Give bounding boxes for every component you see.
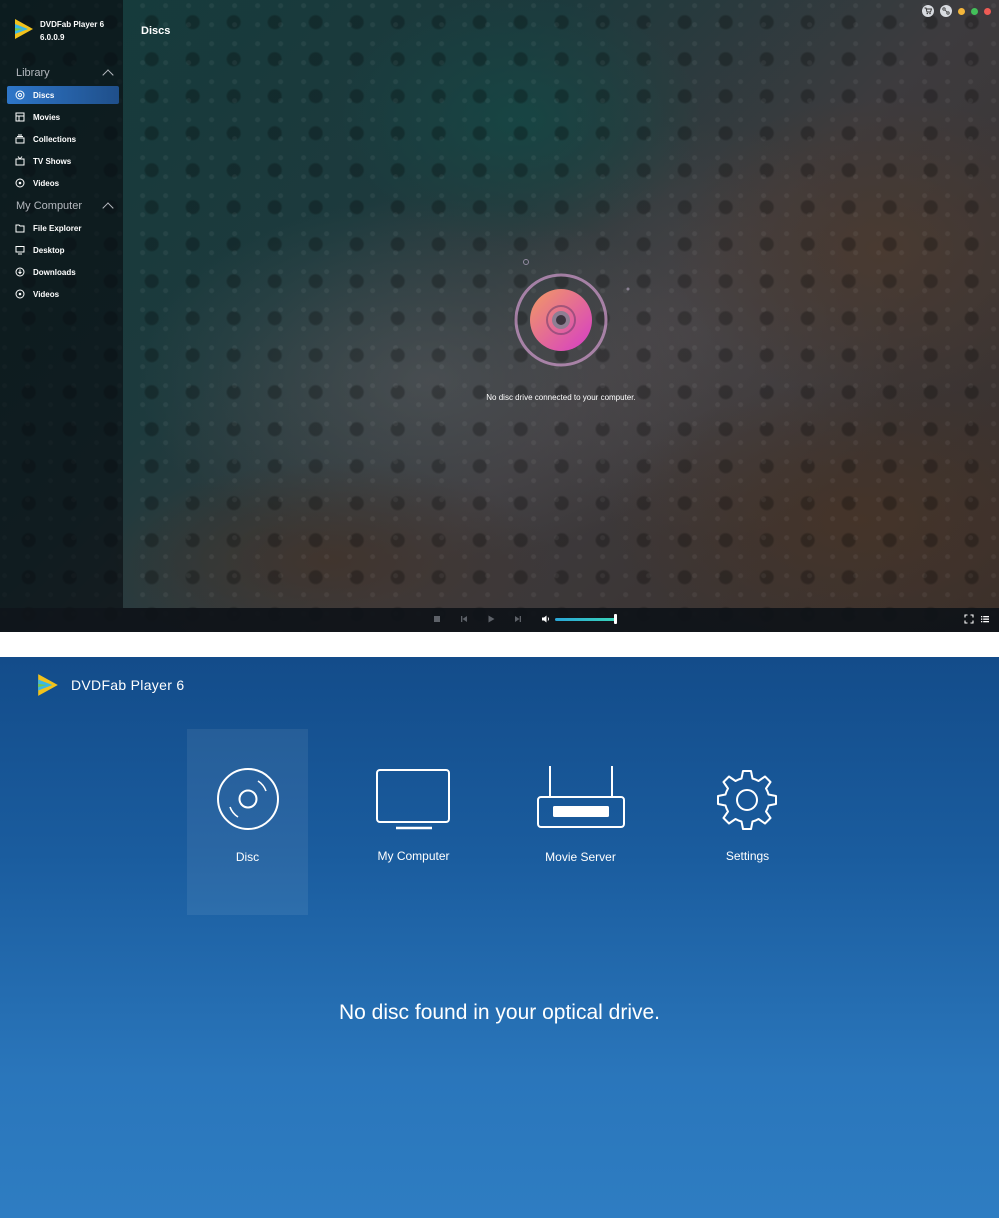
- disc-icon: [15, 90, 25, 100]
- disc-icon: [217, 768, 279, 830]
- home-tile-label: My Computer: [377, 849, 450, 863]
- volume-slider-handle[interactable]: [614, 614, 617, 624]
- film-icon: [15, 112, 25, 122]
- gear-icon: [717, 770, 777, 830]
- playlist-icon[interactable]: [980, 614, 990, 624]
- chevron-up-icon: [102, 69, 114, 81]
- tv-icon: [15, 156, 25, 166]
- app-logo: DVDFab Player 6: [37, 673, 184, 697]
- cart-button[interactable]: [922, 5, 934, 17]
- video-icon: [15, 178, 25, 188]
- sparkle-icon: [626, 287, 630, 291]
- stop-icon[interactable]: [432, 614, 442, 624]
- home-tile-movie-server[interactable]: Movie Server: [520, 729, 641, 915]
- empty-state-message: No disc drive connected to your computer…: [486, 393, 636, 402]
- player-control-bar: [0, 608, 999, 632]
- window-controls: [922, 5, 991, 17]
- sidebar-item-label: Desktop: [33, 245, 65, 255]
- section-title: Library: [16, 67, 50, 79]
- volume-slider[interactable]: [555, 618, 616, 621]
- next-icon[interactable]: [513, 614, 523, 624]
- previous-icon[interactable]: [459, 614, 469, 624]
- sidebar-item-label: Movies: [33, 112, 61, 122]
- player-home-blue: DVDFab Player 6 Disc My Computer Movie S…: [0, 657, 999, 1218]
- sidebar-item-movies[interactable]: Movies: [7, 108, 119, 126]
- video-icon: [15, 289, 25, 299]
- monitor-icon: [376, 769, 450, 830]
- home-tile-settings[interactable]: Settings: [687, 729, 808, 915]
- player-window-dark: DVDFab Player 6 6.0.0.9 Library Discs Mo…: [0, 0, 999, 632]
- sparkle-icon: [523, 259, 529, 265]
- sidebar-item-videos[interactable]: Videos: [7, 174, 119, 192]
- sidebar-item-label: Videos: [33, 178, 60, 188]
- maximize-button[interactable]: [971, 7, 978, 15]
- section-my-computer[interactable]: My Computer: [16, 198, 116, 214]
- sidebar-item-videos-computer[interactable]: Videos: [7, 285, 119, 303]
- app-version: 6.0.0.9: [40, 33, 65, 42]
- dvdfab-logo-icon: [15, 19, 33, 39]
- cart-icon: [924, 7, 932, 15]
- app-title: DVDFab Player 6: [71, 677, 185, 693]
- home-tile-label: Disc: [235, 850, 260, 864]
- app-name: DVDFab Player 6: [40, 20, 105, 29]
- disc-icon: [514, 273, 608, 367]
- sidebar-item-label: TV Shows: [33, 156, 72, 166]
- section-library[interactable]: Library: [16, 65, 116, 81]
- sidebar-item-desktop[interactable]: Desktop: [7, 241, 119, 259]
- app-logo: DVDFab Player 6 6.0.0.9: [14, 18, 104, 44]
- folder-icon: [15, 224, 25, 233]
- home-tile-my-computer[interactable]: My Computer: [353, 729, 474, 915]
- disc-graphic: [513, 272, 609, 368]
- home-tile-label: Settings: [725, 849, 770, 863]
- no-disc-message: No disc found in your optical drive.: [339, 1001, 660, 1024]
- sidebar-item-tv-shows[interactable]: TV Shows: [7, 152, 119, 170]
- router-icon: [537, 766, 625, 828]
- page-title: Discs: [141, 25, 171, 37]
- desktop-icon: [15, 246, 25, 255]
- collections-icon: [15, 134, 25, 144]
- home-tile-label: Movie Server: [545, 850, 616, 864]
- dvdfab-logo-icon: [38, 674, 58, 696]
- sidebar-item-collections[interactable]: Collections: [7, 130, 119, 148]
- section-title: My Computer: [16, 200, 83, 212]
- sidebar-item-downloads[interactable]: Downloads: [7, 263, 119, 281]
- sidebar: DVDFab Player 6 6.0.0.9 Library Discs Mo…: [0, 0, 123, 608]
- fullscreen-icon[interactable]: [964, 614, 974, 624]
- minimize-button[interactable]: [958, 7, 965, 15]
- sidebar-item-discs[interactable]: Discs: [7, 86, 119, 104]
- home-tile-disc[interactable]: Disc: [187, 729, 308, 915]
- sidebar-item-label: Collections: [33, 134, 77, 144]
- sidebar-item-label: File Explorer: [33, 223, 82, 233]
- chevron-up-icon: [102, 202, 114, 214]
- play-icon[interactable]: [486, 614, 496, 624]
- close-button[interactable]: [984, 7, 991, 15]
- volume-icon[interactable]: [541, 614, 551, 624]
- sidebar-item-file-explorer[interactable]: File Explorer: [7, 219, 119, 237]
- sidebar-item-label: Downloads: [33, 267, 76, 277]
- sidebar-item-label: Videos: [33, 289, 60, 299]
- network-button[interactable]: [940, 5, 952, 17]
- network-icon: [942, 7, 950, 15]
- download-icon: [15, 267, 25, 277]
- sidebar-item-label: Discs: [33, 90, 55, 100]
